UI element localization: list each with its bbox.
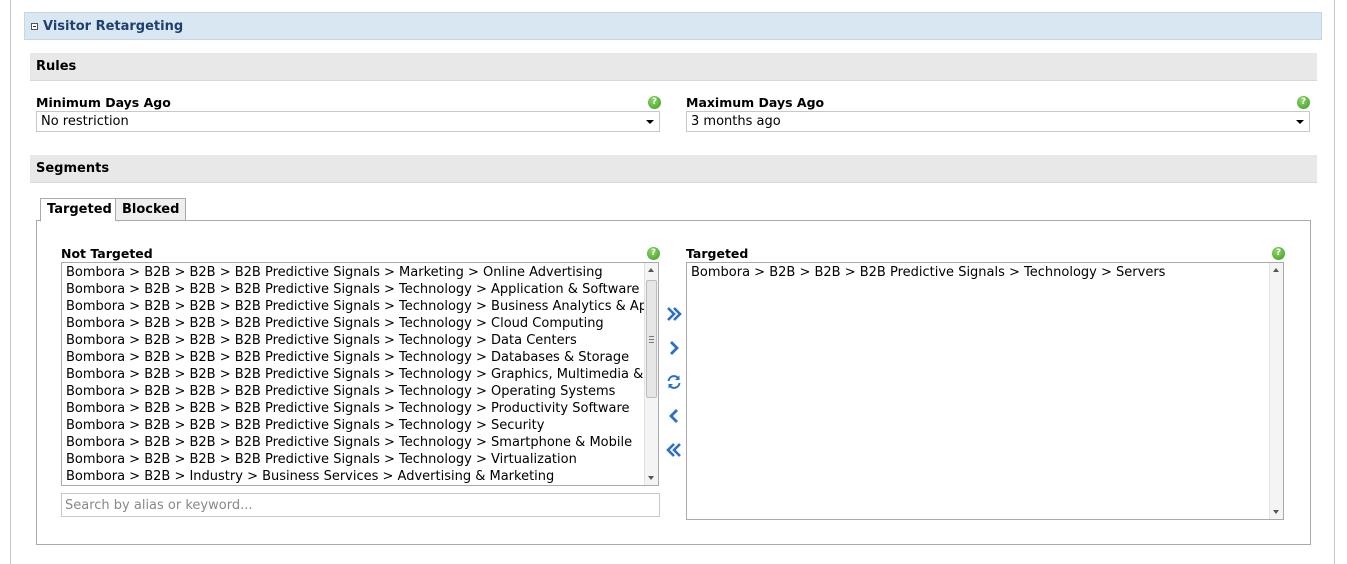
move-all-left-button[interactable] <box>665 441 683 459</box>
list-item[interactable]: Bombora > B2B > B2B > B2B Predictive Sig… <box>62 366 658 383</box>
not-targeted-listbox[interactable]: Bombora > B2B > B2B > B2B Predictive Sig… <box>61 262 659 486</box>
collapse-icon[interactable] <box>31 23 38 30</box>
move-right-button[interactable] <box>665 339 683 357</box>
tab-blocked[interactable]: Blocked <box>115 198 187 221</box>
help-icon[interactable]: ? <box>1297 96 1310 109</box>
list-item[interactable]: Bombora > B2B > B2B > B2B Predictive Sig… <box>62 349 658 366</box>
list-item[interactable]: Bombora > B2B > B2B > B2B Predictive Sig… <box>62 332 658 349</box>
rules-title: Rules <box>36 59 77 74</box>
min-days-select[interactable]: No restriction <box>36 111 660 132</box>
scrollbar-thumb[interactable] <box>646 280 657 398</box>
targeted-label: Targeted <box>686 246 749 261</box>
list-item[interactable]: Bombora > B2B > B2B > B2B Predictive Sig… <box>62 281 658 298</box>
scrollbar[interactable] <box>1269 263 1283 519</box>
scroll-down-icon[interactable] <box>1273 510 1279 514</box>
min-days-label: Minimum Days Ago <box>36 95 171 110</box>
rules-bar: Rules <box>30 53 1317 81</box>
double-chevron-left-icon <box>666 443 681 457</box>
max-days-label: Maximum Days Ago <box>686 95 825 110</box>
help-icon[interactable]: ? <box>648 96 661 109</box>
chevron-left-icon <box>669 409 678 423</box>
section-header[interactable]: Visitor Retargeting <box>24 12 1322 40</box>
section-title: Visitor Retargeting <box>43 19 184 34</box>
list-item[interactable]: Bombora > B2B > Industry > Business Serv… <box>62 468 658 485</box>
max-days-select[interactable]: 3 months ago <box>686 111 1310 132</box>
scroll-up-icon[interactable] <box>1273 268 1279 272</box>
page-left-border <box>10 0 11 564</box>
min-days-value: No restriction <box>41 114 129 129</box>
page-right-border <box>1334 0 1335 564</box>
max-days-value: 3 months ago <box>691 114 781 129</box>
scroll-down-icon[interactable] <box>648 476 654 480</box>
targeted-listbox[interactable]: Bombora > B2B > B2B > B2B Predictive Sig… <box>686 262 1284 520</box>
double-chevron-right-icon <box>667 307 682 321</box>
segments-bar: Segments <box>30 155 1317 183</box>
list-item[interactable]: Bombora > B2B > B2B > B2B Predictive Sig… <box>62 434 658 451</box>
list-item[interactable]: Bombora > B2B > B2B > B2B Predictive Sig… <box>62 417 658 434</box>
list-item[interactable]: Bombora > B2B > B2B > B2B Predictive Sig… <box>62 451 658 468</box>
help-icon[interactable]: ? <box>647 247 660 260</box>
list-item[interactable]: Bombora > B2B > B2B > B2B Predictive Sig… <box>62 298 658 315</box>
refresh-icon <box>667 375 681 389</box>
scrollbar[interactable] <box>644 263 658 485</box>
chevron-down-icon <box>646 120 654 124</box>
search-input[interactable] <box>61 493 660 517</box>
list-item[interactable]: Bombora > B2B > B2B > B2B Predictive Sig… <box>62 315 658 332</box>
list-item[interactable]: Bombora > B2B > B2B > B2B Predictive Sig… <box>62 264 658 281</box>
list-item[interactable]: Bombora > B2B > B2B > B2B Predictive Sig… <box>62 383 658 400</box>
list-item[interactable]: Bombora > B2B > B2B > B2B Predictive Sig… <box>687 264 1283 281</box>
list-item[interactable]: Bombora > B2B > B2B > B2B Predictive Sig… <box>62 400 658 417</box>
grip-icon <box>649 336 654 343</box>
chevron-down-icon <box>1296 120 1304 124</box>
refresh-button[interactable] <box>665 373 683 391</box>
tab-targeted[interactable]: Targeted <box>40 198 119 222</box>
not-targeted-label: Not Targeted <box>61 246 153 261</box>
segments-title: Segments <box>36 161 110 176</box>
move-left-button[interactable] <box>665 407 683 425</box>
chevron-right-icon <box>670 341 679 355</box>
scroll-up-icon[interactable] <box>648 268 654 272</box>
help-icon[interactable]: ? <box>1272 247 1285 260</box>
move-all-right-button[interactable] <box>665 305 683 323</box>
